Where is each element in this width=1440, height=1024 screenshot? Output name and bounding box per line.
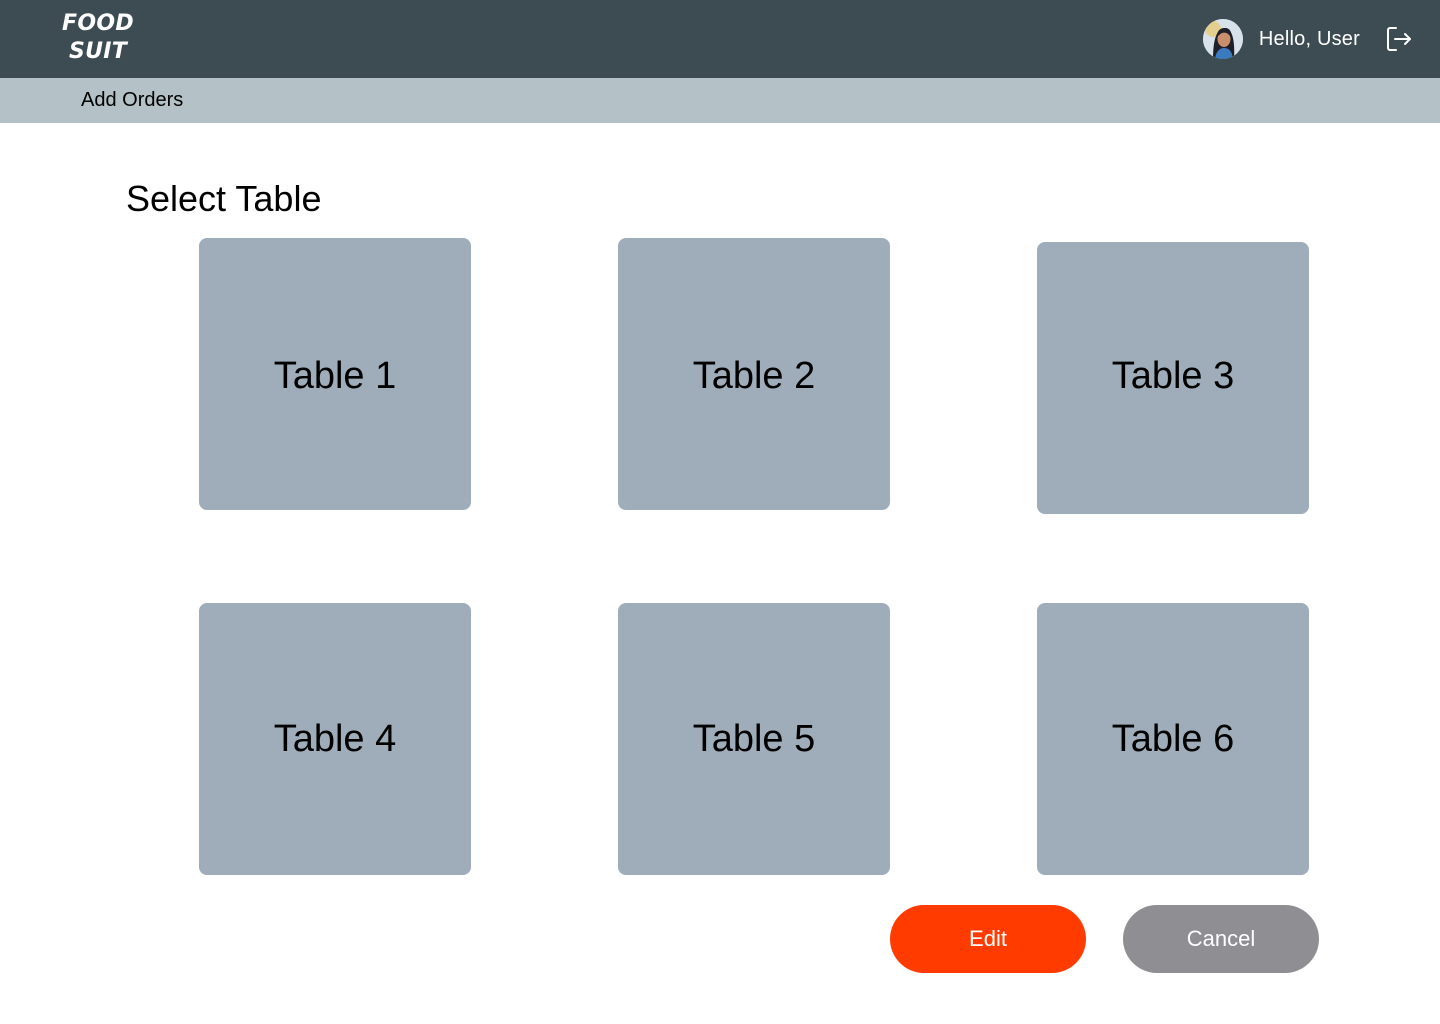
avatar-icon — [1202, 19, 1243, 59]
table-card-label: Table 2 — [692, 355, 816, 397]
top-bar: FOOD SUIT Hello, User — [0, 0, 1440, 78]
user-greeting: Hello, User — [1258, 27, 1360, 50]
logo-line-1: FOOD — [62, 11, 134, 36]
app-logo[interactable]: FOOD SUIT — [60, 10, 136, 66]
edit-button[interactable]: Edit — [890, 905, 1086, 973]
table-card-2[interactable]: Table 2 — [618, 238, 890, 510]
table-card-4[interactable]: Table 4 — [199, 603, 471, 875]
table-card-3[interactable]: Table 3 — [1037, 242, 1309, 514]
page-title: Select Table — [126, 178, 322, 219]
table-card-5[interactable]: Table 5 — [618, 603, 890, 875]
table-card-label: Table 1 — [273, 355, 397, 397]
table-card-1[interactable]: Table 1 — [199, 238, 471, 510]
table-card-label: Table 6 — [1111, 718, 1235, 760]
table-card-label: Table 4 — [273, 718, 397, 760]
logout-icon[interactable] — [1384, 24, 1414, 54]
user-area: Hello, User — [1202, 18, 1414, 60]
sub-navigation-bar: Add Orders — [0, 78, 1440, 123]
cancel-button[interactable]: Cancel — [1123, 905, 1319, 973]
table-card-6[interactable]: Table 6 — [1037, 603, 1309, 875]
add-orders-link[interactable]: Add Orders — [81, 89, 183, 112]
table-card-label: Table 3 — [1111, 355, 1235, 397]
user-avatar[interactable] — [1202, 19, 1243, 59]
table-card-label: Table 5 — [692, 718, 816, 760]
logo-line-2: SUIT — [68, 39, 128, 64]
